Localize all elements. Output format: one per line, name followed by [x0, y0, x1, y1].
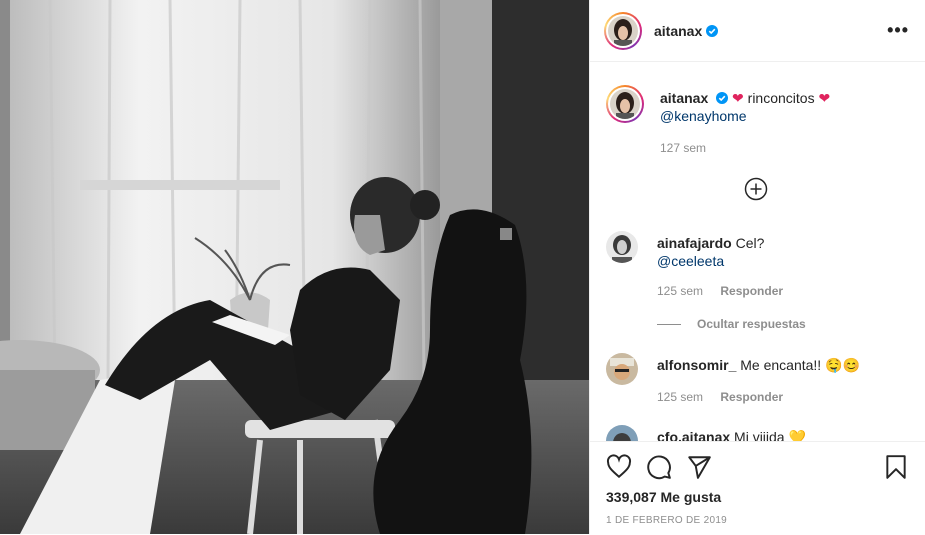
action-bar: 339,087 Me gusta 1 DE FEBRERO DE 2019 [590, 441, 925, 535]
add-icon[interactable] [744, 177, 768, 201]
hide-replies-button[interactable]: Ocultar respuestas [657, 317, 806, 331]
comment-text: Me encanta!! [740, 357, 822, 373]
verified-icon [706, 24, 719, 37]
comment-time[interactable]: 125 sem [657, 390, 703, 404]
caption-username[interactable]: aitanax [660, 90, 708, 106]
avatar-image [608, 15, 638, 46]
heart-icon[interactable] [606, 454, 632, 480]
reply-button[interactable]: Responder [720, 390, 783, 404]
comment-item: cfo.aitanax Mi viiida 💛 [606, 425, 909, 441]
avatar[interactable] [606, 231, 638, 263]
post-sidebar: aitanax ••• aitanax ❤ rinconcitos ❤ @ken… [589, 0, 925, 534]
more-icon[interactable]: ••• [887, 20, 909, 41]
avatar-image [606, 231, 638, 263]
caption-text: rinconcitos [747, 90, 815, 106]
emoji: 🤤😊 [825, 357, 860, 373]
avatar-image [606, 425, 638, 441]
post-dialog: aitanax ••• aitanax ❤ rinconcitos ❤ @ken… [0, 0, 925, 534]
comment-time[interactable]: 125 sem [657, 284, 703, 298]
heart-emoji: ❤ [732, 90, 744, 106]
caption-mention[interactable]: @kenayhome [660, 108, 747, 124]
hide-replies-label: Ocultar respuestas [697, 317, 806, 331]
avatar[interactable] [606, 85, 644, 123]
photo-image [0, 0, 589, 534]
divider [657, 323, 681, 325]
bookmark-icon[interactable] [883, 454, 909, 480]
comments-list[interactable]: aitanax ❤ rinconcitos ❤ @kenayhome 127 s… [590, 63, 925, 441]
post-photo[interactable] [0, 0, 589, 534]
post-date[interactable]: 1 DE FEBRERO DE 2019 [606, 515, 727, 526]
avatar-image [610, 89, 640, 119]
comment-icon[interactable] [646, 454, 672, 480]
comment-username[interactable]: ainafajardo [657, 235, 732, 251]
emoji: 💛 [788, 429, 806, 441]
comment-item: alfonsomir_ Me encanta!! 🤤😊 125 sem Resp… [606, 353, 909, 406]
avatar[interactable] [606, 425, 638, 441]
heart-emoji: ❤ [818, 90, 831, 106]
comment-text: Mi viiida [734, 429, 785, 441]
share-icon[interactable] [686, 454, 712, 480]
post-header: aitanax ••• [590, 0, 925, 62]
likes-count[interactable]: 339,087 Me gusta [606, 489, 721, 505]
comment-mention[interactable]: @ceeleeta [657, 253, 724, 269]
username[interactable]: aitanax [654, 23, 702, 39]
avatar[interactable] [606, 353, 638, 385]
comment-text: Cel? [735, 235, 765, 251]
avatar-image [606, 353, 638, 385]
avatar[interactable] [604, 11, 642, 50]
caption: aitanax ❤ rinconcitos ❤ @kenayhome 127 s… [606, 85, 909, 157]
comment-username[interactable]: alfonsomir_ [657, 357, 736, 373]
comment-username[interactable]: cfo.aitanax [657, 429, 730, 441]
reply-button[interactable]: Responder [720, 284, 783, 298]
verified-icon [716, 92, 729, 104]
caption-time[interactable]: 127 sem [660, 141, 706, 155]
comment-item: ainafajardo Cel? @ceeleeta 125 sem Respo… [606, 231, 909, 300]
